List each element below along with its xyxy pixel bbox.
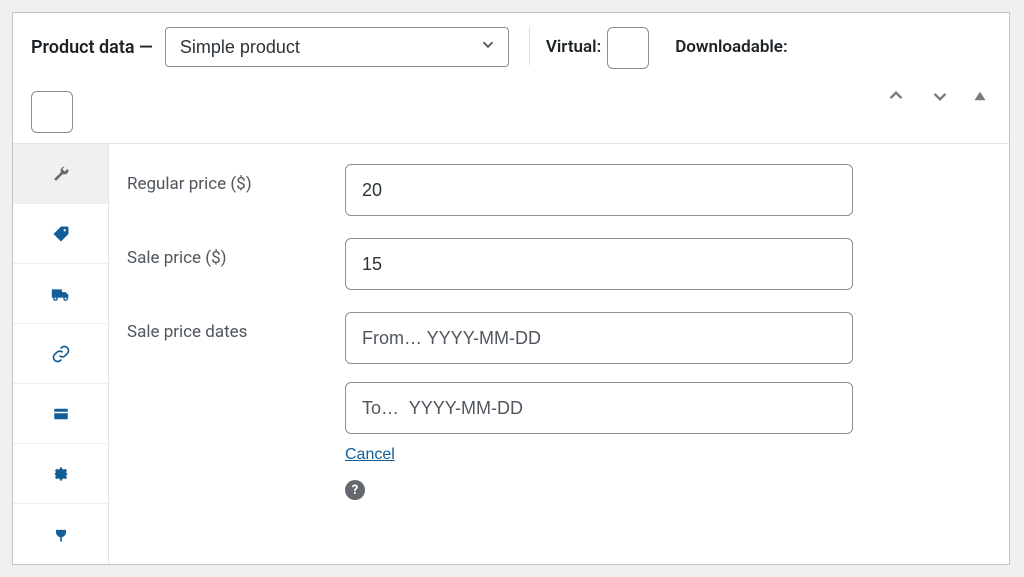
chevron-down-icon bbox=[929, 85, 951, 107]
help-icon[interactable]: ? bbox=[345, 480, 365, 500]
product-type-select[interactable]: Simple product bbox=[165, 27, 509, 67]
sale-dates-label: Sale price dates bbox=[127, 312, 345, 342]
tab-linked-products[interactable] bbox=[13, 324, 108, 384]
sale-price-label: Sale price ($) bbox=[127, 238, 345, 268]
tab-attributes[interactable] bbox=[13, 384, 108, 444]
tag-icon bbox=[51, 224, 71, 244]
panel-header-controls bbox=[883, 83, 989, 112]
panel-title: Product data — bbox=[31, 27, 153, 67]
tab-content: Regular price ($) Sale price ($) Sale pr… bbox=[109, 144, 1009, 564]
regular-price-label: Regular price ($) bbox=[127, 164, 345, 194]
downloadable-checkbox[interactable] bbox=[31, 91, 73, 133]
regular-price-row: Regular price ($) bbox=[127, 164, 991, 216]
sale-price-row: Sale price ($) bbox=[127, 238, 991, 290]
move-up-button[interactable] bbox=[883, 83, 909, 112]
tab-general[interactable] bbox=[13, 144, 108, 204]
downloadable-label: Downloadable: bbox=[675, 27, 787, 67]
regular-price-input[interactable] bbox=[345, 164, 853, 216]
move-down-button[interactable] bbox=[927, 83, 953, 112]
tab-plugin[interactable] bbox=[13, 504, 108, 564]
product-data-tabs bbox=[13, 144, 109, 564]
product-type-select-wrap: Simple product bbox=[165, 27, 509, 67]
virtual-label: Virtual: bbox=[546, 27, 601, 67]
sale-date-to-input[interactable] bbox=[345, 382, 853, 434]
gear-icon bbox=[51, 464, 71, 484]
link-icon bbox=[51, 344, 71, 364]
collapse-button[interactable] bbox=[971, 87, 989, 108]
chevron-up-icon bbox=[885, 85, 907, 107]
product-data-panel: Product data — Simple product Virtual: D… bbox=[12, 12, 1010, 565]
card-icon bbox=[52, 405, 70, 423]
plug-icon bbox=[51, 524, 71, 544]
panel-header: Product data — Simple product Virtual: D… bbox=[13, 13, 1009, 144]
panel-body: Regular price ($) Sale price ($) Sale pr… bbox=[13, 144, 1009, 564]
tab-shipping[interactable] bbox=[13, 264, 108, 324]
tab-advanced[interactable] bbox=[13, 444, 108, 504]
virtual-checkbox[interactable] bbox=[607, 27, 649, 69]
divider bbox=[529, 27, 530, 65]
sale-date-from-input[interactable] bbox=[345, 312, 853, 364]
triangle-up-icon bbox=[973, 89, 987, 103]
tab-inventory[interactable] bbox=[13, 204, 108, 264]
cancel-schedule-link[interactable]: Cancel bbox=[345, 446, 395, 464]
truck-icon bbox=[50, 283, 72, 305]
sale-price-dates-row: Sale price dates Cancel ? bbox=[127, 312, 991, 500]
wrench-icon bbox=[51, 164, 71, 184]
sale-price-input[interactable] bbox=[345, 238, 853, 290]
